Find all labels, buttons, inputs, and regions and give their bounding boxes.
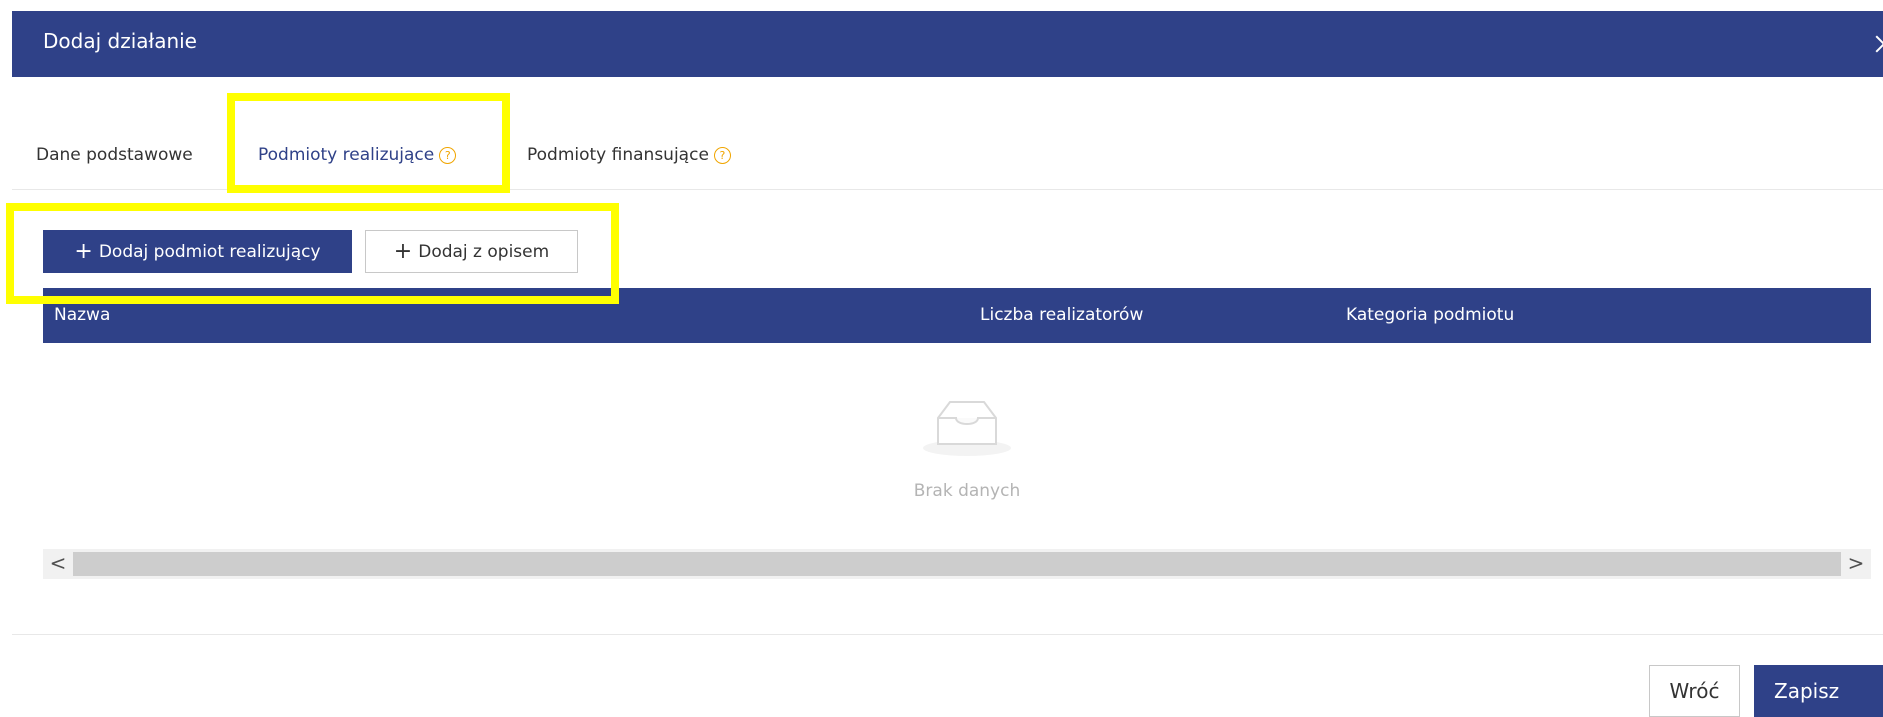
column-header-realizers-count[interactable]: Liczba realizatorów [980, 305, 1143, 325]
plus-icon: + [393, 239, 413, 264]
save-button[interactable]: Zapisz [1754, 665, 1883, 717]
horizontal-scrollbar[interactable]: < > [43, 549, 1871, 579]
tab-implementing-entities-label: Podmioty realizujące [258, 145, 435, 165]
tab-implementing-entities[interactable]: Podmioty realizujące? [258, 145, 457, 165]
plus-icon: + [74, 239, 93, 264]
add-implementing-entity-button[interactable]: + Dodaj podmiot realizujący [43, 230, 352, 273]
close-icon[interactable] [1869, 35, 1883, 55]
scroll-left-icon[interactable]: < [46, 552, 70, 576]
add-implementing-entity-label: Dodaj podmiot realizujący [98, 242, 321, 262]
back-button[interactable]: Wróć [1649, 665, 1740, 717]
help-icon[interactable]: ? [713, 147, 731, 164]
active-tab-indicator [256, 186, 483, 189]
tab-funding-entities-label: Podmioty finansujące [527, 145, 709, 165]
tab-basic-data[interactable]: Dane podstawowe [36, 145, 193, 165]
add-activity-modal: Dodaj działanie Dane podstawowe Podmioty… [12, 11, 1883, 717]
column-header-name[interactable]: Nazwa [54, 305, 110, 325]
empty-inbox-icon [923, 401, 1011, 456]
tab-bar: Dane podstawowe Podmioty realizujące? Po… [12, 111, 1883, 190]
scrollbar-thumb[interactable] [73, 552, 1841, 576]
column-header-entity-category[interactable]: Kategoria podmiotu [1346, 305, 1514, 325]
tab-basic-data-label: Dane podstawowe [36, 145, 193, 165]
tab-funding-entities[interactable]: Podmioty finansujące? [527, 145, 731, 165]
help-icon[interactable]: ? [439, 147, 457, 164]
modal-header: Dodaj działanie [12, 11, 1883, 77]
add-with-description-label: Dodaj z opisem [418, 242, 550, 262]
footer-divider [12, 634, 1883, 635]
modal-title: Dodaj działanie [43, 29, 197, 53]
empty-state-text: Brak danych [913, 481, 1021, 501]
scroll-right-icon[interactable]: > [1844, 552, 1868, 576]
add-with-description-button[interactable]: + Dodaj z opisem [365, 230, 578, 273]
table-header: Nazwa Liczba realizatorów Kategoria podm… [43, 288, 1871, 343]
